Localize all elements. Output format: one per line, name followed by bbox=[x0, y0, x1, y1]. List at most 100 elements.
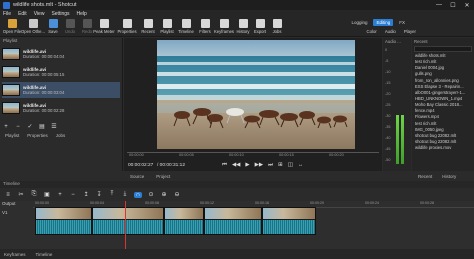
tab-jobs[interactable]: Jobs bbox=[56, 133, 66, 138]
zoom-icon[interactable]: ◫ bbox=[288, 162, 293, 169]
timeline-header: Timeline bbox=[0, 181, 474, 188]
history-icon bbox=[238, 19, 248, 28]
timeline-menu-icon[interactable]: ≡ bbox=[4, 192, 12, 198]
playlist-item[interactable]: wildlife.avi Duration: 00:00:04:04 bbox=[2, 46, 120, 62]
undo-label: Undo bbox=[64, 29, 75, 34]
audio-meter-header: Audio ... bbox=[385, 39, 401, 44]
ruler-label: 00:00:16 bbox=[255, 201, 269, 205]
recent-item[interactable]: wildlife proxies.mov bbox=[412, 145, 474, 151]
jobs-button[interactable]: Jobs bbox=[267, 19, 287, 34]
viewer-ruler[interactable]: 00:00:00 00:00:05 00:00:10 00:00:15 00:0… bbox=[127, 152, 379, 159]
close-button[interactable]: ✕ bbox=[460, 2, 474, 9]
tab-properties[interactable]: Properties bbox=[27, 133, 48, 138]
timeline-clip[interactable] bbox=[92, 207, 164, 235]
left-channel-level-bar bbox=[396, 115, 399, 164]
folder-icon bbox=[7, 19, 17, 28]
meter-scale-label: -30 bbox=[385, 114, 391, 118]
menu-file[interactable]: File bbox=[3, 11, 11, 17]
zoom-in-icon[interactable]: ⊕ bbox=[160, 191, 168, 198]
transport-controls: ⏮ ◀◀ ▶ ▶▶ ⏭ ⊞ ◫ ↔ bbox=[222, 162, 303, 169]
meter-scale-label: -35 bbox=[385, 125, 391, 129]
split-icon[interactable]: ⤒ bbox=[108, 191, 116, 198]
ruler-label: 00:00:05 bbox=[179, 153, 194, 157]
scrub-icon[interactable]: ⤓ bbox=[121, 191, 129, 198]
timeline-button[interactable]: Timeline bbox=[176, 19, 196, 34]
filters-button[interactable]: Filters bbox=[195, 19, 215, 34]
current-timecode[interactable]: 00:00:02:27 bbox=[128, 163, 153, 168]
clip-waveform bbox=[263, 220, 315, 234]
grid-icon[interactable]: ⊞ bbox=[278, 162, 283, 169]
rewind-icon[interactable]: ◀◀ bbox=[232, 162, 240, 169]
meter-scale-label: -40 bbox=[385, 136, 391, 140]
skip-next-icon[interactable]: ⏭ bbox=[268, 162, 273, 169]
ruler-label: 00:00:10 bbox=[229, 153, 244, 157]
sub-layout-switcher: Color Audio Player bbox=[367, 29, 416, 34]
volume-icon[interactable]: ↔ bbox=[298, 162, 304, 169]
tab-keyframes[interactable]: Keyframes bbox=[4, 252, 26, 257]
zoom-out-icon[interactable]: ⊖ bbox=[173, 191, 181, 198]
track-header-v1[interactable]: V1 bbox=[0, 210, 33, 215]
tab-timeline[interactable]: Timeline bbox=[36, 252, 53, 257]
layout-fx[interactable]: FX bbox=[396, 19, 408, 26]
viewer-tabs: Source Project bbox=[130, 174, 170, 179]
layout-audio[interactable]: Audio bbox=[385, 29, 396, 34]
skip-previous-icon[interactable]: ⏮ bbox=[222, 162, 227, 169]
fast-forward-icon[interactable]: ▶▶ bbox=[255, 162, 263, 169]
peak-meter-button[interactable]: Peak Meter bbox=[93, 19, 115, 34]
timeline-clip[interactable] bbox=[164, 207, 204, 235]
playlist-panel: wildlife.avi Duration: 00:00:04:04 wildli… bbox=[0, 38, 123, 171]
lift-icon[interactable]: ↥ bbox=[82, 191, 90, 198]
video-frame[interactable] bbox=[157, 40, 355, 149]
timeline-playhead[interactable] bbox=[125, 201, 126, 249]
update-clip-button[interactable]: ✓ bbox=[26, 124, 34, 131]
play-icon[interactable]: ▶ bbox=[245, 162, 249, 169]
playlist-item[interactable]: wildlife.avi Duration: 00:00:02:28 bbox=[2, 100, 120, 116]
ruler-label: 00:00:04 bbox=[90, 201, 104, 205]
recent-search-input[interactable] bbox=[414, 46, 472, 52]
layout-color[interactable]: Color bbox=[367, 29, 377, 34]
add-clip-button[interactable]: + bbox=[2, 124, 10, 131]
menu-help[interactable]: Help bbox=[77, 11, 87, 17]
copy-icon[interactable]: ⎘ bbox=[30, 191, 38, 198]
layout-player[interactable]: Player bbox=[404, 29, 416, 34]
tab-recent[interactable]: Recent bbox=[418, 174, 432, 179]
timeline-clip[interactable] bbox=[262, 207, 316, 235]
tab-playlist[interactable]: Playlist bbox=[5, 133, 19, 138]
properties-button[interactable]: Properties bbox=[117, 19, 137, 34]
playlist-item[interactable]: wildlife.avi Duration: 00:00:05:15 bbox=[2, 64, 120, 80]
playlist-icon bbox=[162, 19, 172, 28]
peak-meter-label: Peak Meter bbox=[93, 29, 115, 34]
tab-history[interactable]: History bbox=[442, 174, 456, 179]
layout-editing[interactable]: Editing bbox=[373, 19, 394, 26]
menu-settings[interactable]: Settings bbox=[51, 11, 69, 17]
layout-logging[interactable]: Logging bbox=[348, 19, 370, 26]
maximize-button[interactable]: ☐ bbox=[446, 2, 460, 9]
open-other-button[interactable]: Open Othe... bbox=[21, 19, 45, 34]
open-other-icon bbox=[28, 19, 38, 28]
remove-clip-button[interactable]: − bbox=[14, 124, 22, 131]
playlist-menu-button[interactable]: ☰ bbox=[50, 124, 58, 131]
overwrite-icon[interactable]: ↧ bbox=[95, 191, 103, 198]
snap-icon[interactable]: ∩ bbox=[134, 191, 142, 198]
append-icon[interactable]: + bbox=[56, 192, 64, 198]
title-bar: wildlife shots.mlt - Shotcut — ☐ ✕ bbox=[0, 0, 474, 10]
tiles-view-button[interactable]: ▤ bbox=[38, 124, 46, 131]
track-header-output[interactable]: Output bbox=[0, 201, 33, 206]
timeline-clip[interactable] bbox=[204, 207, 262, 235]
menu-view[interactable]: View bbox=[34, 11, 45, 17]
tab-source[interactable]: Source bbox=[130, 174, 144, 179]
paste-icon[interactable]: ▣ bbox=[43, 191, 51, 198]
tab-project[interactable]: Project bbox=[156, 174, 170, 179]
keyframes-button[interactable]: Keyframes bbox=[214, 19, 234, 34]
left-panel-tabs: Playlist Properties Jobs bbox=[0, 133, 123, 138]
menu-edit[interactable]: Edit bbox=[18, 11, 27, 17]
open-file-button[interactable]: Open File bbox=[2, 19, 22, 34]
minimize-button[interactable]: — bbox=[432, 2, 446, 9]
remove-icon[interactable]: − bbox=[69, 192, 77, 198]
recent-button[interactable]: Recent bbox=[138, 19, 158, 34]
playlist-item-selected[interactable]: wildlife.avi Duration: 00:00:03:04 bbox=[2, 82, 120, 98]
timeline-clip[interactable] bbox=[35, 207, 92, 235]
ripple-icon[interactable]: ⊙ bbox=[147, 191, 155, 198]
playlist-button[interactable]: Playlist bbox=[157, 19, 177, 34]
cut-icon[interactable]: ✂ bbox=[17, 191, 25, 198]
